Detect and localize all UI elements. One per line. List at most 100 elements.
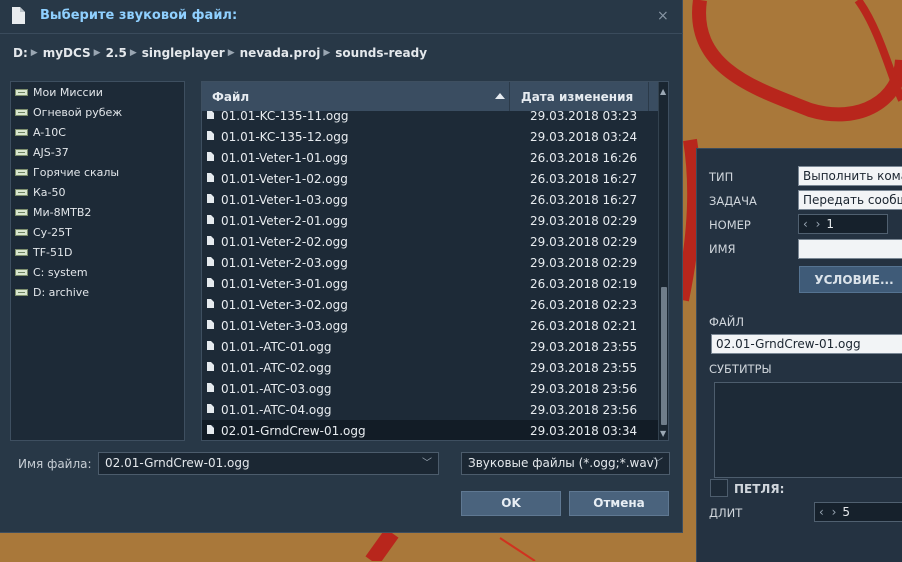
ok-button[interactable]: OK [461, 491, 561, 516]
place-item[interactable]: Су-25Т [11, 222, 184, 242]
breadcrumb-item[interactable]: D: [13, 46, 28, 60]
drive-icon [15, 248, 28, 256]
file-row[interactable]: 01.01.-ATC-02.ogg 29.03.2018 23:55 [202, 357, 658, 378]
file-date: 29.03.2018 23:55 [530, 339, 638, 354]
breadcrumb-item[interactable]: sounds-ready [335, 46, 427, 60]
file-row[interactable]: 01.01-Veter-3-02.ogg 26.03.2018 02:23 [202, 294, 658, 315]
file-row[interactable]: 01.01-Veter-3-03.ogg 26.03.2018 02:21 [202, 315, 658, 336]
breadcrumb-item[interactable]: 2.5 [106, 46, 127, 60]
filename-label: Имя файла: [18, 457, 92, 471]
file-row[interactable]: 01.01-Veter-2-02.ogg 29.03.2018 02:29 [202, 231, 658, 252]
file-name: 01.01-KC-135-12.ogg [221, 129, 349, 144]
file-list-header: Файл Дата изменения [202, 82, 658, 111]
file-row[interactable]: 01.01.-ATC-04.ogg 29.03.2018 23:56 [202, 399, 658, 420]
file-name: 02.01-GrndCrew-01.ogg [221, 423, 366, 438]
drive-icon [15, 168, 28, 176]
place-item[interactable]: Ми-8МТВ2 [11, 202, 184, 222]
file-row[interactable]: 01.01-Veter-1-01.ogg 26.03.2018 16:26 [202, 147, 658, 168]
place-item[interactable]: Горячие скалы [11, 162, 184, 182]
title-divider [0, 33, 683, 34]
file-name: 01.01-Veter-1-01.ogg [221, 150, 348, 165]
condition-button[interactable]: УСЛОВИЕ... [799, 266, 902, 293]
place-label: Мои Миссии [33, 85, 103, 99]
scrollbar-thumb[interactable] [661, 287, 667, 425]
file-row[interactable]: 01.01-Veter-3-01.ogg 26.03.2018 02:19 [202, 273, 658, 294]
duration-stepper[interactable]: ‹ › 5 [814, 502, 902, 522]
column-header-name[interactable]: Файл [202, 82, 510, 111]
duration-value: 5 [842, 505, 851, 519]
chevron-down-icon[interactable]: ﹀ [653, 453, 663, 474]
place-item[interactable]: AJS-37 [11, 142, 184, 162]
file-row[interactable]: 02.01-GrndCrew-01.ogg 29.03.2018 03:34 [202, 420, 658, 440]
breadcrumb-separator-icon: ▶ [129, 48, 137, 58]
place-item[interactable]: Мои Миссии [11, 82, 184, 102]
place-item[interactable]: C: system [11, 262, 184, 282]
drive-icon [15, 268, 28, 276]
loop-checkbox[interactable] [710, 479, 728, 497]
places-list: Мои Миссии Огневой рубеж A-10C AJS-37 Горячи… [10, 81, 185, 441]
file-row[interactable]: 01.01.-ATC-03.ogg 29.03.2018 23:56 [202, 378, 658, 399]
place-item[interactable]: D: archive [11, 282, 184, 302]
place-item[interactable]: Ка-50 [11, 182, 184, 202]
number-value: 1 [826, 217, 835, 231]
place-item[interactable]: A-10C [11, 122, 184, 142]
number-stepper[interactable]: ‹ › 1 [798, 214, 888, 234]
subtitles-textarea[interactable] [714, 382, 902, 478]
drive-icon [15, 108, 28, 116]
file-name: 01.01-Veter-1-02.ogg [221, 171, 348, 186]
file-row[interactable]: 01.01-Veter-2-03.ogg 29.03.2018 02:29 [202, 252, 658, 273]
close-icon[interactable]: × [657, 8, 669, 24]
scroll-down-icon[interactable]: ▼ [660, 430, 666, 438]
dialog-titlebar[interactable]: Выберите звуковой файл: × [0, 0, 683, 34]
drive-icon [15, 128, 28, 136]
file-row[interactable]: 01.01.-ATC-01.ogg 29.03.2018 23:55 [202, 336, 658, 357]
column-header-date[interactable]: Дата изменения [511, 82, 649, 111]
place-label: Су-25Т [33, 225, 72, 239]
scroll-up-icon[interactable]: ▲ [660, 88, 666, 96]
breadcrumb-item[interactable]: myDCS [43, 46, 91, 60]
cancel-button[interactable]: Отмена [569, 491, 669, 516]
file-type-select[interactable]: Звуковые файлы (*.ogg;*.wav) ﹀ [461, 452, 670, 475]
file-name: 01.01.-ATC-02.ogg [221, 360, 332, 375]
filename-combobox[interactable]: 02.01-GrndCrew-01.ogg ﹀ [98, 452, 439, 475]
file-date: 26.03.2018 02:19 [530, 276, 638, 291]
file-row[interactable]: 01.01-Veter-1-02.ogg 26.03.2018 16:27 [202, 168, 658, 189]
breadcrumb-separator-icon: ▶ [30, 48, 38, 58]
breadcrumb-item[interactable]: singleplayer [142, 46, 225, 60]
file-date: 29.03.2018 23:55 [530, 360, 638, 375]
task-select[interactable]: Передать сообщ [798, 190, 902, 210]
file-name: 01.01-Veter-1-03.ogg [221, 192, 348, 207]
file-name: 01.01-Veter-2-03.ogg [221, 255, 348, 270]
file-field[interactable]: 02.01-GrndCrew-01.ogg [711, 334, 902, 354]
file-date: 29.03.2018 02:29 [530, 213, 638, 228]
file-row[interactable]: 01.01-Veter-2-01.ogg 29.03.2018 02:29 [202, 210, 658, 231]
file-name: 01.01-KC-135-11.ogg [221, 111, 349, 123]
place-item[interactable]: TF-51D [11, 242, 184, 262]
file-row[interactable]: 01.01-KC-135-11.ogg 29.03.2018 03:23 [202, 111, 658, 126]
breadcrumb: D: ▶ myDCS ▶ 2.5 ▶ singleplayer ▶ nevada.proj ▶ so… [13, 44, 427, 62]
vertical-scrollbar[interactable]: ▲ ▼ [658, 82, 668, 440]
breadcrumb-item[interactable]: nevada.proj [240, 46, 321, 60]
name-input[interactable] [798, 239, 902, 259]
chevron-down-icon[interactable]: ﹀ [422, 453, 432, 474]
file-row[interactable]: 01.01-KC-135-12.ogg 29.03.2018 03:24 [202, 126, 658, 147]
file-date: 26.03.2018 16:27 [530, 192, 638, 207]
type-select[interactable]: Выполнить кома [798, 166, 902, 186]
place-item[interactable]: Огневой рубеж [11, 102, 184, 122]
file-name: 01.01-Veter-2-01.ogg [221, 213, 348, 228]
file-date: 26.03.2018 16:26 [530, 150, 638, 165]
loop-label: ПЕТЛЯ: [734, 482, 785, 496]
file-name: 01.01-Veter-2-02.ogg [221, 234, 348, 249]
filename-value: 02.01-GrndCrew-01.ogg [105, 456, 250, 470]
file-row[interactable]: 01.01-Veter-1-03.ogg 26.03.2018 16:27 [202, 189, 658, 210]
file-date: 29.03.2018 03:24 [530, 129, 638, 144]
file-label: ФАЙЛ [709, 315, 745, 329]
place-label: Огневой рубеж [33, 105, 123, 119]
stepper-arrows-icon[interactable]: ‹ › [799, 217, 826, 231]
breadcrumb-separator-icon: ▶ [227, 48, 235, 58]
file-date: 26.03.2018 02:23 [530, 297, 638, 312]
file-icon [207, 173, 214, 182]
place-label: D: archive [33, 285, 90, 299]
stepper-arrows-icon[interactable]: ‹ › [815, 505, 842, 519]
file-icon [207, 236, 214, 245]
